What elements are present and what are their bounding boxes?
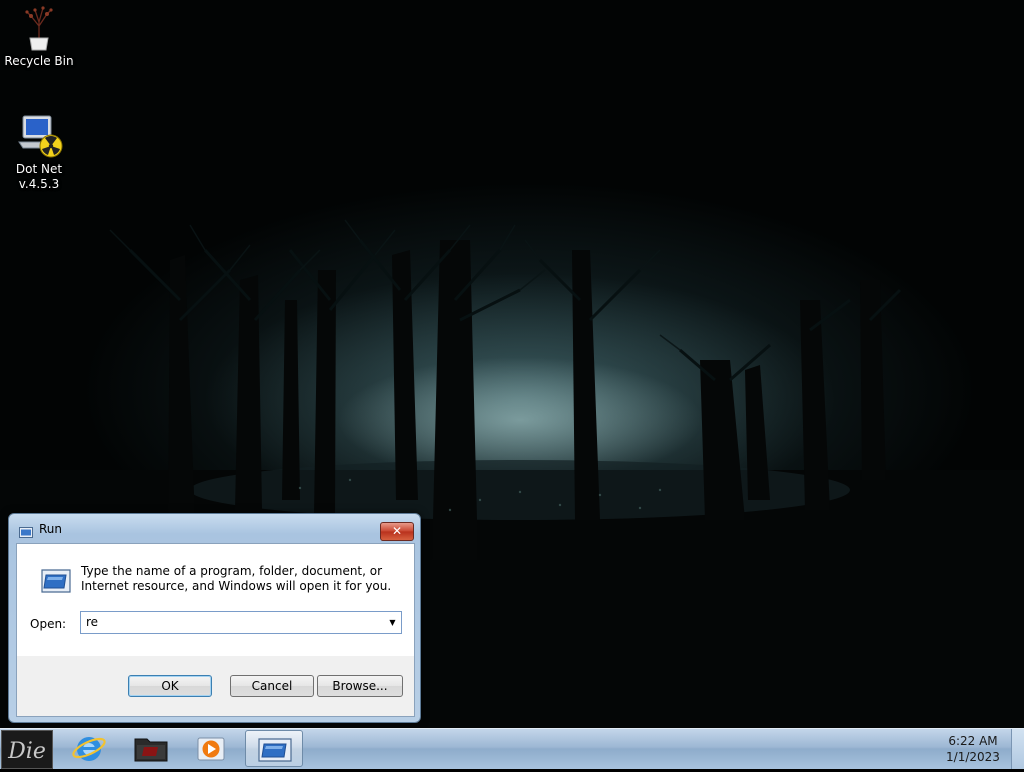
desktop-icon-label-line2: v.4.5.3 — [18, 177, 60, 191]
run-icon — [19, 523, 33, 538]
media-player-icon — [197, 737, 225, 761]
run-dialog-content: Type the name of a program, folder, docu… — [17, 544, 414, 656]
start-logo-text: Die — [7, 739, 46, 764]
taskbar-item-file-explorer[interactable] — [122, 730, 180, 767]
internet-explorer-icon — [72, 737, 106, 761]
taskbar-item-run[interactable] — [245, 730, 303, 767]
clock-time: 6:22 AM — [948, 734, 998, 748]
dialog-description: Type the name of a program, folder, docu… — [81, 564, 392, 593]
ok-button[interactable]: OK — [128, 675, 212, 697]
dialog-title: Run — [39, 522, 63, 536]
recycle-bin-icon — [15, 4, 63, 52]
show-desktop-button[interactable] — [1011, 729, 1024, 769]
folder-icon — [134, 738, 168, 762]
open-combobox[interactable]: ▼ — [80, 611, 402, 634]
open-input[interactable] — [83, 613, 379, 631]
run-dialog[interactable]: Run ✕ Type the name of a program, folder… — [8, 513, 421, 723]
taskbar: Die 6:22 AM 1/1/2023 — [0, 728, 1024, 769]
taskbar-item-internet-explorer[interactable] — [60, 730, 118, 767]
run-dialog-body: Type the name of a program, folder, docu… — [16, 543, 415, 717]
browse-button[interactable]: Browse... — [317, 675, 403, 697]
desktop-icon-label-line1: Dot Net — [15, 162, 63, 176]
start-button[interactable]: Die — [1, 730, 53, 769]
desktop-icon-recycle-bin[interactable]: Recycle Bin — [2, 4, 76, 69]
dotnet-installer-icon — [15, 112, 63, 160]
close-icon: ✕ — [391, 524, 403, 538]
run-icon — [258, 738, 292, 762]
chevron-down-icon[interactable]: ▼ — [384, 612, 401, 633]
run-program-icon — [39, 566, 73, 596]
system-clock[interactable]: 6:22 AM 1/1/2023 — [926, 733, 1020, 765]
run-titlebar[interactable]: Run ✕ — [9, 514, 420, 542]
desktop-icon-dotnet[interactable]: Dot Net v.4.5.3 — [2, 112, 76, 192]
clock-date: 1/1/2023 — [946, 750, 1000, 764]
cancel-button[interactable]: Cancel — [230, 675, 314, 697]
close-button[interactable]: ✕ — [380, 522, 414, 541]
desktop-icon-label: Recycle Bin — [4, 54, 74, 68]
start-orb-icon: Die — [2, 731, 52, 768]
taskbar-item-media-player[interactable] — [182, 730, 240, 767]
open-label: Open: — [30, 617, 67, 631]
